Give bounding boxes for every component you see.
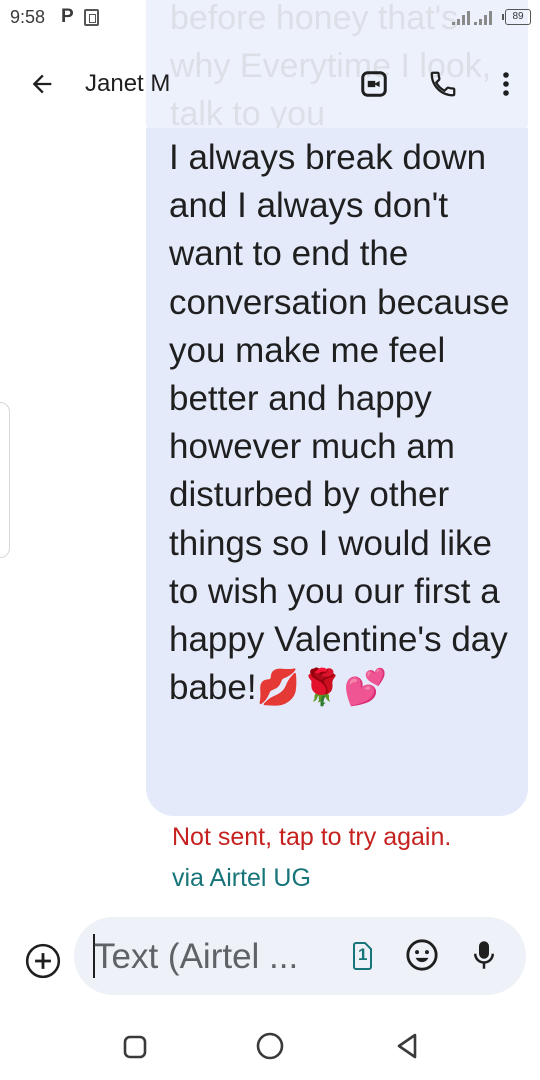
nav-back-button[interactable]: [390, 1028, 424, 1064]
battery-icon: 89: [502, 9, 531, 25]
message-text: I always break down and I always don't w…: [169, 138, 510, 708]
side-edge-panel-handle[interactable]: [0, 402, 10, 558]
send-error-status[interactable]: Not sent, tap to try again.: [172, 823, 451, 852]
more-vert-icon: [503, 72, 509, 96]
signal-icon: [474, 11, 492, 25]
recents-button[interactable]: [118, 1030, 152, 1064]
compose-box[interactable]: 1: [74, 917, 526, 995]
add-circle-icon: [25, 943, 61, 979]
back-button[interactable]: [20, 62, 64, 106]
signal-icon: [452, 11, 470, 25]
home-icon: [256, 1032, 284, 1060]
call-button[interactable]: [421, 62, 465, 106]
back-arrow-icon: [32, 74, 52, 94]
mic-icon: [474, 941, 494, 969]
contact-name[interactable]: Janet M: [85, 70, 170, 98]
app-bar: Janet M: [0, 40, 540, 128]
video-call-icon: [361, 71, 387, 97]
emoji-icon: [406, 939, 438, 971]
status-time: 9:58: [10, 7, 46, 27]
phone-icon: [430, 71, 456, 97]
back-triangle-icon: [397, 1033, 417, 1059]
voice-input-button[interactable]: [464, 935, 504, 975]
sim-number: 1: [358, 945, 368, 964]
home-button[interactable]: [252, 1028, 288, 1064]
messages-screen: before honey that's why Everytime I look…: [0, 0, 540, 1080]
emoji-button[interactable]: [402, 935, 442, 975]
recents-icon: [123, 1035, 147, 1059]
notification-p-icon: P: [61, 6, 74, 27]
sim-status-icon: [84, 9, 99, 26]
carrier-label: via Airtel UG: [172, 864, 311, 892]
video-call-button[interactable]: [352, 62, 396, 106]
status-bar: 9:58 P 89: [0, 0, 540, 38]
message-input[interactable]: [94, 936, 334, 978]
attach-button[interactable]: [22, 940, 64, 982]
sim-select-button[interactable]: 1: [344, 937, 380, 975]
navigation-bar: [0, 1010, 540, 1080]
more-options-button[interactable]: [486, 62, 526, 106]
